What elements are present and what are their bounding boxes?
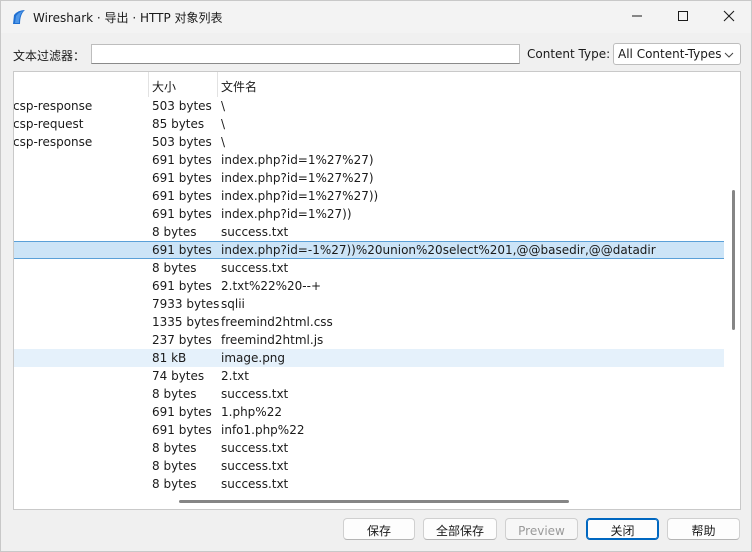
table-row[interactable]: 7933 bytes sqlii — [14, 295, 724, 313]
chevron-down-icon — [724, 49, 734, 63]
window-title: Wireshark · 导出 · HTTP 对象列表 — [33, 11, 223, 25]
content-type-selected: All Content-Types — [618, 47, 722, 61]
cell-size: 1335 bytes — [152, 315, 220, 329]
cell-size: 8 bytes — [152, 261, 197, 275]
title-bar: Wireshark · 导出 · HTTP 对象列表 — [1, 1, 751, 33]
cell-size: 237 bytes — [152, 333, 212, 347]
cell-filename: index.php?id=-1%27))%20union%20select%20… — [221, 243, 656, 257]
column-separator[interactable] — [217, 72, 218, 97]
cell-filename: success.txt — [221, 441, 289, 455]
cell-filename: \ — [221, 135, 226, 149]
save-button[interactable]: 保存 — [343, 518, 415, 540]
wireshark-fin-icon — [11, 9, 27, 25]
table-row[interactable]: 691 bytes index.php?id=1%27)) — [14, 205, 724, 223]
text-filter-label: 文本过滤器： — [13, 49, 86, 63]
cell-filename: index.php?id=1%27%27) — [221, 171, 374, 185]
cell-size: 691 bytes — [152, 423, 212, 437]
table-row[interactable]: 8 bytes success.txt — [14, 259, 724, 277]
cell-size: 85 bytes — [152, 117, 205, 131]
content-type-label: Content Type: — [527, 47, 611, 61]
content-type-select[interactable]: All Content-Types — [613, 43, 741, 65]
cell-size: 691 bytes — [152, 189, 212, 203]
close-button[interactable]: 关闭 — [586, 518, 659, 540]
cell-content-type: csp-request — [13, 117, 84, 131]
table-row[interactable]: 691 bytes index.php?id=1%27%27) — [14, 151, 724, 169]
text-filter-input[interactable] — [91, 44, 520, 64]
horizontal-scrollbar[interactable] — [179, 500, 569, 503]
table-row[interactable]: 8 bytes success.txt — [14, 223, 724, 241]
cell-filename: success.txt — [221, 387, 289, 401]
close-window-button[interactable] — [706, 1, 752, 31]
cell-filename: index.php?id=1%27%27)) — [221, 189, 379, 203]
cell-size: 81 kB — [152, 351, 187, 365]
column-header-filename[interactable]: 文件名 — [221, 72, 257, 97]
cell-filename: index.php?id=1%27)) — [221, 207, 352, 221]
table-body: csp-response 503 bytes \ csp-request 85 byte… — [14, 97, 724, 493]
cell-filename: image.png — [221, 351, 286, 365]
cell-content-type: csp-response — [13, 99, 93, 113]
help-button[interactable]: 帮助 — [667, 518, 740, 540]
cell-filename: success.txt — [221, 477, 289, 491]
cell-size: 691 bytes — [152, 153, 212, 167]
cell-filename: success.txt — [221, 225, 289, 239]
cell-filename: \ — [221, 117, 226, 131]
table-row[interactable]: 691 bytes index.php?id=1%27%27)) — [14, 187, 724, 205]
table-row[interactable]: 237 bytes freemind2html.js — [14, 331, 724, 349]
cell-filename: freemind2html.js — [221, 333, 324, 347]
cell-size: 503 bytes — [152, 99, 212, 113]
table-row[interactable]: 74 bytes 2.txt — [14, 367, 724, 385]
cell-filename: 2.txt%22%20--+ — [221, 279, 322, 293]
minimize-button[interactable] — [614, 1, 660, 31]
cell-size: 74 bytes — [152, 369, 205, 383]
cell-size: 691 bytes — [152, 207, 212, 221]
cell-filename: index.php?id=1%27%27) — [221, 153, 374, 167]
table-row[interactable]: 691 bytes index.php?id=1%27%27) — [14, 169, 724, 187]
column-header-size[interactable]: 大小 — [152, 72, 176, 97]
table-row[interactable]: 81 kB image.png — [14, 349, 724, 367]
cell-size: 503 bytes — [152, 135, 212, 149]
table-row[interactable]: 8 bytes success.txt — [14, 457, 724, 475]
cell-filename: sqlii — [221, 297, 245, 311]
cell-size: 691 bytes — [152, 405, 212, 419]
cell-content-type: csp-response — [13, 135, 93, 149]
maximize-icon — [678, 11, 688, 21]
close-icon — [723, 10, 735, 22]
column-separator[interactable] — [148, 72, 149, 97]
cell-size: 7933 bytes — [152, 297, 220, 311]
cell-size: 8 bytes — [152, 387, 197, 401]
vertical-scrollbar[interactable] — [732, 190, 735, 330]
table-row[interactable]: csp-response 503 bytes \ — [14, 97, 724, 115]
cell-filename: freemind2html.css — [221, 315, 333, 329]
cell-size: 8 bytes — [152, 459, 197, 473]
export-http-objects-dialog: Wireshark · 导出 · HTTP 对象列表 文本过滤器： Conten… — [0, 0, 752, 552]
table-row[interactable]: csp-response 503 bytes \ — [14, 133, 724, 151]
http-objects-table: 大小 文件名 csp-response 503 bytes \ csp-request… — [13, 71, 741, 510]
table-row[interactable]: 691 bytes 1.php%22 — [14, 403, 724, 421]
cell-size: 8 bytes — [152, 225, 197, 239]
table-row[interactable]: 691 bytes 2.txt%22%20--+ — [14, 277, 724, 295]
cell-filename: 1.php%22 — [221, 405, 282, 419]
table-row[interactable]: csp-request 85 bytes \ — [14, 115, 724, 133]
cell-size: 8 bytes — [152, 441, 197, 455]
cell-size: 691 bytes — [152, 279, 212, 293]
preview-button[interactable]: Preview — [505, 518, 578, 540]
cell-size: 8 bytes — [152, 477, 197, 491]
table-header: 大小 文件名 — [14, 72, 740, 97]
table-row[interactable]: 8 bytes success.txt — [14, 475, 724, 493]
table-row[interactable]: 691 bytes info1.php%22 — [14, 421, 724, 439]
cell-filename: success.txt — [221, 261, 289, 275]
table-row[interactable]: 1335 bytes freemind2html.css — [14, 313, 724, 331]
cell-size: 691 bytes — [152, 243, 212, 257]
table-row[interactable]: 8 bytes success.txt — [14, 439, 724, 457]
table-row[interactable]: 8 bytes success.txt — [14, 385, 724, 403]
minimize-icon — [632, 15, 642, 17]
cell-filename: \ — [221, 99, 226, 113]
save-all-button[interactable]: 全部保存 — [423, 518, 497, 540]
table-row[interactable]: 691 bytes index.php?id=-1%27))%20union%20… — [14, 241, 724, 259]
cell-filename: success.txt — [221, 459, 289, 473]
cell-filename: 2.txt — [221, 369, 249, 383]
cell-filename: info1.php%22 — [221, 423, 305, 437]
cell-size: 691 bytes — [152, 171, 212, 185]
maximize-button[interactable] — [660, 1, 706, 31]
